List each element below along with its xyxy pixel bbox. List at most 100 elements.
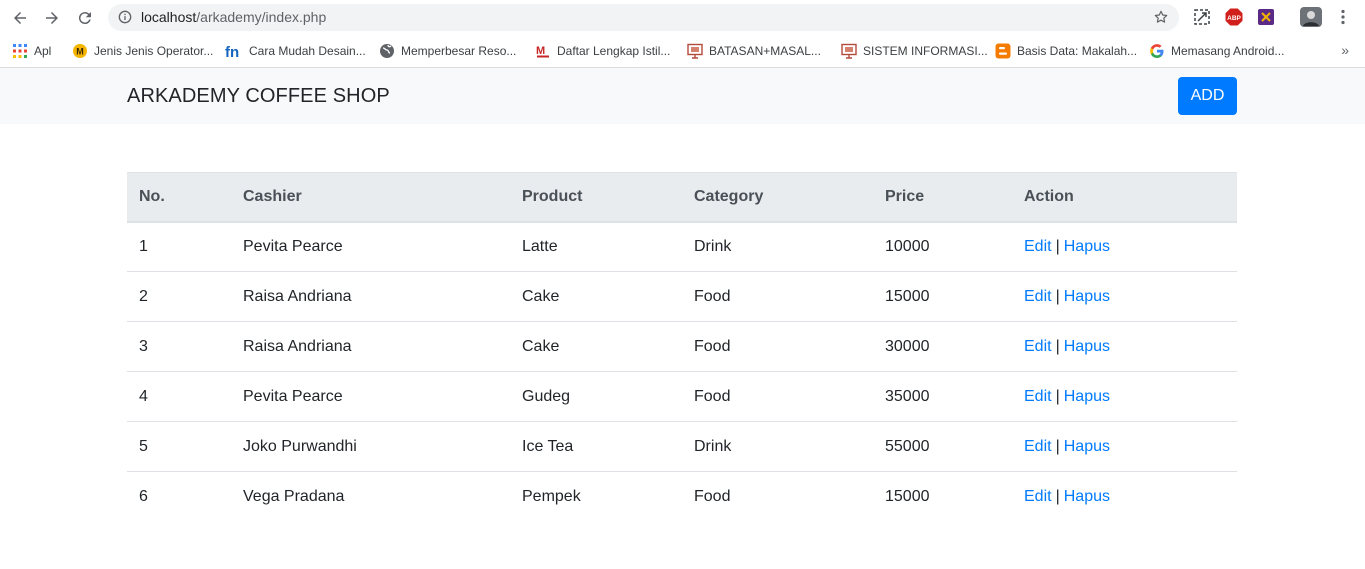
header-action: Action (1012, 172, 1237, 223)
table-body: 1 Pevita Pearce Latte Drink 10000 Edit | H… (127, 221, 1237, 522)
hapus-link[interactable]: Hapus (1064, 388, 1110, 405)
brand-title[interactable]: ARKADEMY COFFEE SHOP (127, 85, 390, 108)
bookmark-label: SISTEM INFORMASI... (863, 44, 988, 58)
apps-grid-icon (12, 43, 28, 59)
bookmark-label: Apl (34, 44, 52, 58)
cell-action: Edit | Hapus (1012, 221, 1237, 272)
action-separator: | (1055, 237, 1060, 255)
table-row: 5 Joko Purwandhi Ice Tea Drink 55000 Edi… (127, 421, 1237, 472)
action-separator: | (1055, 437, 1060, 455)
bookmark-item[interactable]: M Jenis Jenis Operator... (72, 41, 213, 61)
action-separator: | (1055, 287, 1060, 305)
hapus-link[interactable]: Hapus (1064, 488, 1110, 505)
screenshot-extension-icon[interactable] (1193, 8, 1211, 26)
cell-action: Edit | Hapus (1012, 472, 1237, 522)
bookmarks-bar: Apl M Jenis Jenis Operator... fn Cara Mu… (0, 35, 1365, 68)
action-separator: | (1055, 487, 1060, 505)
action-separator: | (1055, 387, 1060, 405)
bookmark-item[interactable]: Memasang Android... (1149, 41, 1284, 61)
cell-cashier: Raisa Andriana (231, 321, 510, 372)
address-bar[interactable]: localhost/arkademy/index.php (108, 4, 1179, 31)
bookmark-label: BATASAN+MASAL... (709, 44, 821, 58)
star-icon[interactable] (1153, 9, 1169, 25)
info-icon[interactable] (118, 10, 132, 24)
url-text: localhost/arkademy/index.php (141, 9, 326, 25)
edit-link[interactable]: Edit (1024, 488, 1052, 505)
cell-category: Drink (682, 221, 873, 272)
table-header-row: No. Cashier Product Category Price Actio… (127, 172, 1237, 223)
extension-x-icon[interactable] (1257, 8, 1275, 26)
transactions-table: No. Cashier Product Category Price Actio… (127, 172, 1237, 522)
browser-toolbar: localhost/arkademy/index.php ABP (0, 0, 1365, 35)
cell-action: Edit | Hapus (1012, 271, 1237, 322)
cell-no: 1 (127, 221, 231, 272)
bookmark-item[interactable]: M Daftar Lengkap Istil... (535, 41, 670, 61)
adblock-icon[interactable]: ABP (1225, 8, 1243, 26)
m-circle-icon: M (72, 43, 88, 59)
cell-category: Food (682, 371, 873, 422)
more-bookmarks-chevron-icon[interactable]: » (1341, 42, 1349, 58)
bookmark-label: Basis Data: Makalah... (1017, 44, 1138, 58)
svg-text:ABP: ABP (1227, 15, 1241, 22)
cell-action: Edit | Hapus (1012, 421, 1237, 472)
cell-category: Food (682, 321, 873, 372)
hapus-link[interactable]: Hapus (1064, 438, 1110, 455)
header-price: Price (873, 172, 1012, 223)
cell-product: Ice Tea (510, 421, 682, 472)
hapus-link[interactable]: Hapus (1064, 238, 1110, 255)
table-row: 6 Vega Pradana Pempek Food 15000 Edit | Ha… (127, 472, 1237, 522)
bookmark-apps[interactable]: Apl (12, 41, 51, 61)
cell-cashier: Pevita Pearce (231, 371, 510, 422)
url-host: localhost (141, 9, 197, 25)
bookmark-label: Cara Mudah Desain... (249, 44, 366, 58)
cell-cashier: Vega Pradana (243, 487, 345, 505)
bookmark-item[interactable]: fn Cara Mudah Desain... (225, 41, 366, 61)
svg-text:M: M (76, 47, 84, 57)
fn-logo-icon: fn (225, 43, 243, 59)
bookmark-item[interactable]: Memperbesar Reso... (379, 41, 516, 61)
bookmark-label: Memasang Android... (1171, 44, 1285, 58)
cell-no: 5 (127, 421, 231, 472)
cell-price: 10000 (873, 221, 1012, 272)
bookmark-item[interactable]: BATASAN+MASAL... (687, 41, 821, 61)
cell-action: Edit | Hapus (1012, 371, 1237, 422)
cell-price: 35000 (873, 371, 1012, 422)
hapus-link[interactable]: Hapus (1064, 288, 1110, 305)
header-category: Category (682, 172, 873, 223)
cell-product: Pempek (522, 487, 581, 505)
cell-no: 6 (139, 487, 148, 505)
bookmark-label: Memperbesar Reso... (401, 44, 517, 58)
edit-link[interactable]: Edit (1024, 388, 1052, 405)
url-path: /arkademy/index.php (196, 9, 327, 25)
slides-icon (841, 43, 857, 59)
bookmark-item[interactable]: Basis Data: Makalah... (995, 41, 1137, 61)
cell-price: 15000 (873, 271, 1012, 322)
menu-kebab-icon[interactable] (1334, 8, 1352, 26)
reload-icon[interactable] (73, 6, 97, 30)
svg-text:M: M (536, 45, 545, 57)
globe-icon (379, 43, 395, 59)
table-row: 4 Pevita Pearce Gudeg Food 35000 Edit | Ha… (127, 371, 1237, 422)
profile-avatar-icon[interactable] (1300, 7, 1322, 27)
add-button[interactable]: ADD (1178, 77, 1237, 115)
slides-icon (687, 43, 703, 59)
bookmark-label: Daftar Lengkap Istil... (557, 44, 671, 58)
back-arrow-icon[interactable] (8, 6, 32, 30)
cell-category: Food (694, 487, 731, 505)
bookmark-item[interactable]: SISTEM INFORMASI... (841, 41, 988, 61)
edit-link[interactable]: Edit (1024, 438, 1052, 455)
cell-action: Edit | Hapus (1012, 321, 1237, 372)
header-cashier: Cashier (231, 172, 510, 223)
hapus-link[interactable]: Hapus (1064, 338, 1110, 355)
transactions-table-container: No. Cashier Product Category Price Actio… (127, 172, 1237, 522)
cell-no: 2 (127, 271, 231, 322)
cell-category: Food (682, 271, 873, 322)
edit-link[interactable]: Edit (1024, 338, 1052, 355)
cell-product: Gudeg (510, 371, 682, 422)
forward-arrow-icon[interactable] (40, 6, 64, 30)
edit-link[interactable]: Edit (1024, 238, 1052, 255)
cell-product: Latte (510, 221, 682, 272)
cell-price: 30000 (873, 321, 1012, 372)
cell-product: Cake (510, 271, 682, 322)
edit-link[interactable]: Edit (1024, 288, 1052, 305)
